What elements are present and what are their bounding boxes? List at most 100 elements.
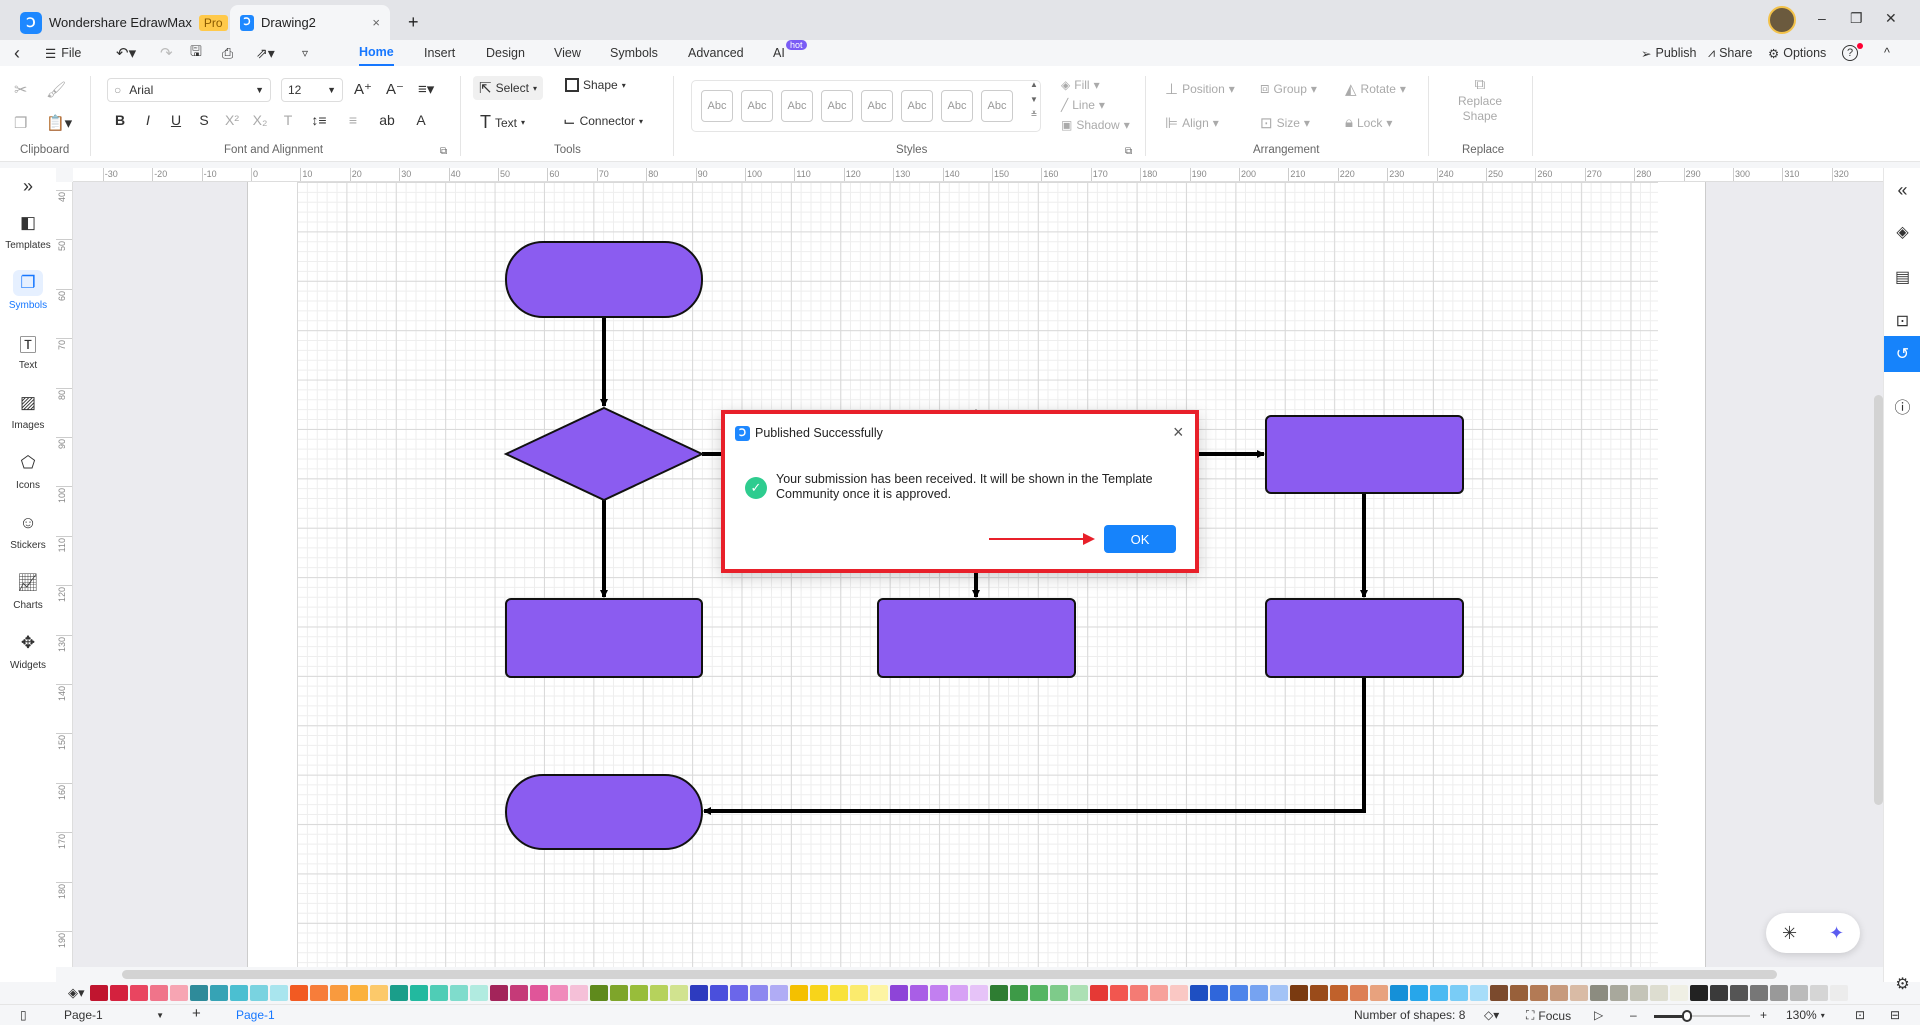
presentation-icon[interactable]: ⊡ xyxy=(1884,305,1920,337)
text-button[interactable]: T Text ▾ xyxy=(480,112,525,133)
underline-button[interactable]: U xyxy=(162,112,190,128)
process-rect-shape[interactable] xyxy=(1265,598,1464,678)
color-swatch[interactable] xyxy=(1390,985,1408,1001)
bold-button[interactable]: B xyxy=(106,112,134,128)
tab-advanced[interactable]: Advanced xyxy=(688,40,744,66)
sidebar-item-text[interactable]: 🅃 Text xyxy=(0,330,56,372)
color-swatch[interactable] xyxy=(1010,985,1028,1001)
color-swatch[interactable] xyxy=(150,985,168,1001)
collapse-panel-button[interactable]: « xyxy=(1884,174,1920,206)
add-page-button[interactable]: + xyxy=(192,1005,201,1022)
color-swatch[interactable] xyxy=(1690,985,1708,1001)
color-swatch[interactable] xyxy=(690,985,708,1001)
minimize-button[interactable]: – xyxy=(1818,10,1826,26)
color-swatch[interactable] xyxy=(810,985,828,1001)
color-swatch[interactable] xyxy=(830,985,848,1001)
close-tab-icon[interactable]: × xyxy=(372,15,380,30)
sidebar-item-templates[interactable]: ◧ Templates xyxy=(0,210,56,251)
color-swatch[interactable] xyxy=(190,985,208,1001)
layers-icon[interactable]: ◇▾ xyxy=(1484,1008,1499,1022)
text-style-button[interactable]: T xyxy=(274,112,302,128)
color-swatch[interactable] xyxy=(990,985,1008,1001)
focus-button[interactable]: ⛶ Focus xyxy=(1526,1008,1571,1023)
fill-icon[interactable]: ◈ xyxy=(1884,216,1920,248)
color-swatch[interactable] xyxy=(1310,985,1328,1001)
font-color-button[interactable]: A xyxy=(404,112,438,128)
close-window-button[interactable]: ✕ xyxy=(1885,10,1897,27)
document-tab[interactable]: Ↄ Drawing2 × xyxy=(230,5,390,40)
copy-icon[interactable]: ❐ xyxy=(14,114,27,132)
print-icon[interactable]: ⎙ xyxy=(222,40,233,66)
color-swatch[interactable] xyxy=(1590,985,1608,1001)
end-terminator-shape[interactable] xyxy=(505,774,703,850)
color-swatch[interactable] xyxy=(1750,985,1768,1001)
color-swatch[interactable] xyxy=(1190,985,1208,1001)
color-swatch[interactable] xyxy=(490,985,508,1001)
tab-design[interactable]: Design xyxy=(486,40,525,66)
dialog-launcher-icon[interactable]: ⧉ xyxy=(440,146,447,157)
color-swatch[interactable] xyxy=(1470,985,1488,1001)
zoom-in-button[interactable]: + xyxy=(1760,1008,1767,1022)
sidebar-item-stickers[interactable]: ☺ Stickers xyxy=(0,510,56,551)
collapse-ribbon-button[interactable]: ^ xyxy=(1884,40,1890,66)
sidebar-item-widgets[interactable]: ✥ Widgets xyxy=(0,630,56,671)
export-icon[interactable]: ⇗▾ xyxy=(256,40,275,66)
sparkle-icon[interactable]: ✳ xyxy=(1782,923,1797,944)
color-swatch[interactable] xyxy=(350,985,368,1001)
color-swatch[interactable] xyxy=(1030,985,1048,1001)
share-button[interactable]: ⩘ Share xyxy=(1708,40,1752,66)
ok-button[interactable]: OK xyxy=(1104,525,1176,553)
color-swatch[interactable] xyxy=(230,985,248,1001)
page-tab[interactable]: Page-1 xyxy=(236,1008,275,1022)
color-swatch[interactable] xyxy=(1210,985,1228,1001)
color-swatch[interactable] xyxy=(970,985,988,1001)
sidebar-item-charts[interactable]: 📈︎ Charts xyxy=(0,570,56,611)
lock-button[interactable]: 🔒︎ Lock ▾ xyxy=(1345,114,1392,131)
color-swatch[interactable] xyxy=(630,985,648,1001)
history-icon[interactable]: ↺ xyxy=(1884,336,1920,372)
color-swatch[interactable] xyxy=(1490,985,1508,1001)
publish-button[interactable]: ➢ Publish xyxy=(1641,40,1696,66)
color-swatch[interactable] xyxy=(170,985,188,1001)
file-menu[interactable]: ☰ File xyxy=(45,40,81,66)
close-icon[interactable]: × xyxy=(1173,422,1184,443)
more-icon[interactable]: ▿ xyxy=(302,40,308,66)
tab-home[interactable]: Home xyxy=(359,40,394,66)
page-select[interactable]: Page-1 ▼ xyxy=(64,1008,164,1022)
color-swatch[interactable] xyxy=(270,985,288,1001)
avatar[interactable] xyxy=(1768,6,1796,34)
tab-symbols[interactable]: Symbols xyxy=(610,40,658,66)
color-swatch[interactable] xyxy=(470,985,488,1001)
style-swatch[interactable]: Abc xyxy=(941,90,973,122)
dialog-launcher-icon[interactable]: ⧉ xyxy=(1125,146,1132,157)
color-swatch[interactable] xyxy=(1130,985,1148,1001)
fit-page-icon[interactable]: ⊡ xyxy=(1855,1008,1865,1022)
color-swatch[interactable] xyxy=(1050,985,1068,1001)
redo-icon[interactable]: ↷ xyxy=(160,40,173,66)
decision-diamond-shape[interactable] xyxy=(503,406,705,502)
color-swatch[interactable] xyxy=(1570,985,1588,1001)
vertical-scrollbar[interactable] xyxy=(1874,395,1883,805)
color-swatch[interactable] xyxy=(290,985,308,1001)
style-swatch[interactable]: Abc xyxy=(741,90,773,122)
color-swatch[interactable] xyxy=(390,985,408,1001)
color-swatch[interactable] xyxy=(750,985,768,1001)
shadow-button[interactable]: ▣ Shadow ▾ xyxy=(1061,118,1130,132)
select-button[interactable]: ⇱ Select ▾ xyxy=(473,76,543,100)
fullscreen-icon[interactable]: ⊟ xyxy=(1890,1008,1900,1022)
horizontal-scrollbar[interactable] xyxy=(122,970,1777,979)
color-swatch[interactable] xyxy=(1090,985,1108,1001)
size-button[interactable]: ⊡ Size ▾ xyxy=(1260,114,1310,132)
cut-icon[interactable]: ✂ xyxy=(14,80,27,100)
process-rect-shape[interactable] xyxy=(877,598,1076,678)
style-swatch[interactable]: Abc xyxy=(981,90,1013,122)
color-swatch[interactable] xyxy=(950,985,968,1001)
color-swatch[interactable] xyxy=(1730,985,1748,1001)
back-button[interactable]: ‹ xyxy=(14,40,20,66)
color-swatch[interactable] xyxy=(1610,985,1628,1001)
color-swatch[interactable] xyxy=(330,985,348,1001)
color-swatch[interactable] xyxy=(710,985,728,1001)
color-swatch[interactable] xyxy=(1430,985,1448,1001)
color-swatch[interactable] xyxy=(430,985,448,1001)
color-swatch[interactable] xyxy=(1170,985,1188,1001)
